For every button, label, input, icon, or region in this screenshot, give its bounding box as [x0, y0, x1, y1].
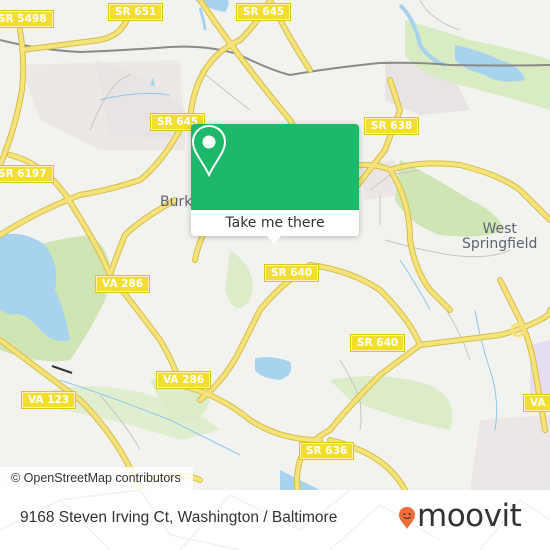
route-shield: VA 286: [155, 371, 212, 389]
map-attribution[interactable]: © OpenStreetMap contributors: [0, 467, 193, 490]
popup-tail: [266, 235, 282, 244]
route-shield: SR 651: [107, 3, 164, 21]
popup-header: [191, 124, 359, 210]
route-shield: SR 636: [298, 442, 355, 460]
moovit-brand[interactable]: moovit: [417, 498, 522, 534]
route-shield: VA 286: [522, 394, 550, 412]
dam: [51, 365, 73, 374]
lake: [255, 357, 292, 380]
moovit-logo-icon: [399, 507, 415, 529]
route-shield: SR 5498: [0, 10, 54, 28]
route-shield: SR 6197: [0, 165, 54, 183]
map-pin-icon: [191, 124, 227, 178]
address-label: 9168 Steven Irving Ct, Washington / Balt…: [20, 509, 338, 526]
route-shield: SR 640: [263, 264, 320, 282]
route-shield: SR 645: [235, 3, 292, 21]
route-shield: VA 123: [20, 391, 77, 409]
route-shield: SR 638: [363, 117, 420, 135]
route-shield: SR 640: [349, 334, 406, 352]
place-label-west-springfield: West Springfield: [462, 221, 538, 252]
location-popup: Take me there: [191, 124, 359, 244]
landuse-area: [470, 415, 550, 490]
map[interactable]: SR 5498 SR 651 SR 645 SR 645 SR 638 SR 6…: [0, 0, 550, 490]
footer: 9168 Steven Irving Ct, Washington / Balt…: [0, 490, 550, 550]
route-shield: VA 286: [94, 275, 151, 293]
park-area: [330, 376, 453, 430]
park-area: [225, 250, 253, 308]
take-me-there-button[interactable]: Take me there: [191, 210, 359, 236]
